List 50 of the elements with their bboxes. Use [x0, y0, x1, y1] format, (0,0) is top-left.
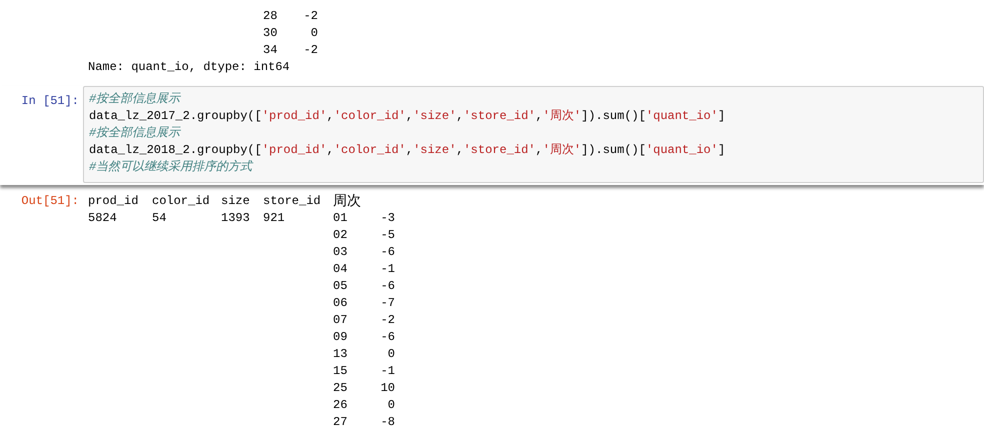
- table-cell-text: 1393: [221, 210, 251, 227]
- series-footer: Name: quant_io, dtype: int64: [88, 59, 984, 76]
- index-label: 05: [333, 278, 348, 295]
- value-label: -1: [380, 363, 395, 380]
- table-cell-text: 54: [152, 210, 168, 227]
- code-line: data_lz_2017_2.groupby(['prod_id','color_id','size','store_id','周次']).sum()['quant_io']: [89, 108, 726, 125]
- code-line: #当然可以继续采用排序的方式: [89, 159, 254, 176]
- index-label: 04: [333, 261, 348, 278]
- column-header: store_id: [263, 193, 322, 210]
- index-label: 01: [333, 210, 348, 227]
- index-label: 15: [333, 363, 348, 380]
- table-cell-text: 921: [263, 210, 286, 227]
- value-label: 0: [386, 397, 395, 414]
- value-label: -2: [380, 312, 395, 329]
- index-label: 02: [333, 227, 348, 244]
- value-label: 10: [380, 380, 395, 397]
- code-line: #按全部信息展示: [89, 125, 182, 142]
- index-label: 03: [333, 244, 348, 261]
- code-line: #按全部信息展示: [89, 91, 182, 108]
- value-label: 0: [310, 25, 318, 42]
- value-label: -2: [302, 8, 318, 25]
- output-prompt: Out[51]:: [20, 193, 80, 210]
- value-label: -5: [380, 227, 395, 244]
- value-label: -6: [380, 329, 395, 346]
- value-label: -6: [380, 278, 395, 295]
- table-cell-text: 5824: [88, 210, 118, 227]
- index-label: 25: [333, 380, 348, 397]
- value-label: -6: [380, 244, 395, 261]
- value-label: -8: [380, 414, 395, 431]
- value-label: -2: [302, 42, 318, 59]
- index-label: 27: [333, 414, 348, 431]
- index-label: 34: [263, 42, 278, 59]
- column-header: color_id: [152, 193, 211, 210]
- column-header: 周次: [333, 193, 362, 210]
- index-label: 06: [333, 295, 348, 312]
- value-label: -7: [380, 295, 395, 312]
- code-line: data_lz_2018_2.groupby(['prod_id','color_id','size','store_id','周次']).sum()['quant_io']: [89, 142, 726, 159]
- column-header: prod_id: [88, 193, 140, 210]
- value-label: -1: [380, 261, 395, 278]
- column-header: size: [221, 193, 251, 210]
- input-prompt: In [51]:: [20, 93, 80, 110]
- code-editor[interactable]: [83, 86, 984, 183]
- index-label: 26: [333, 397, 348, 414]
- index-label: 07: [333, 312, 348, 329]
- value-label: 0: [386, 346, 395, 363]
- value-label: -3: [380, 210, 395, 227]
- index-label: 28: [263, 8, 278, 25]
- index-label: 30: [263, 25, 278, 42]
- index-label: 09: [333, 329, 348, 346]
- index-label: 13: [333, 346, 348, 363]
